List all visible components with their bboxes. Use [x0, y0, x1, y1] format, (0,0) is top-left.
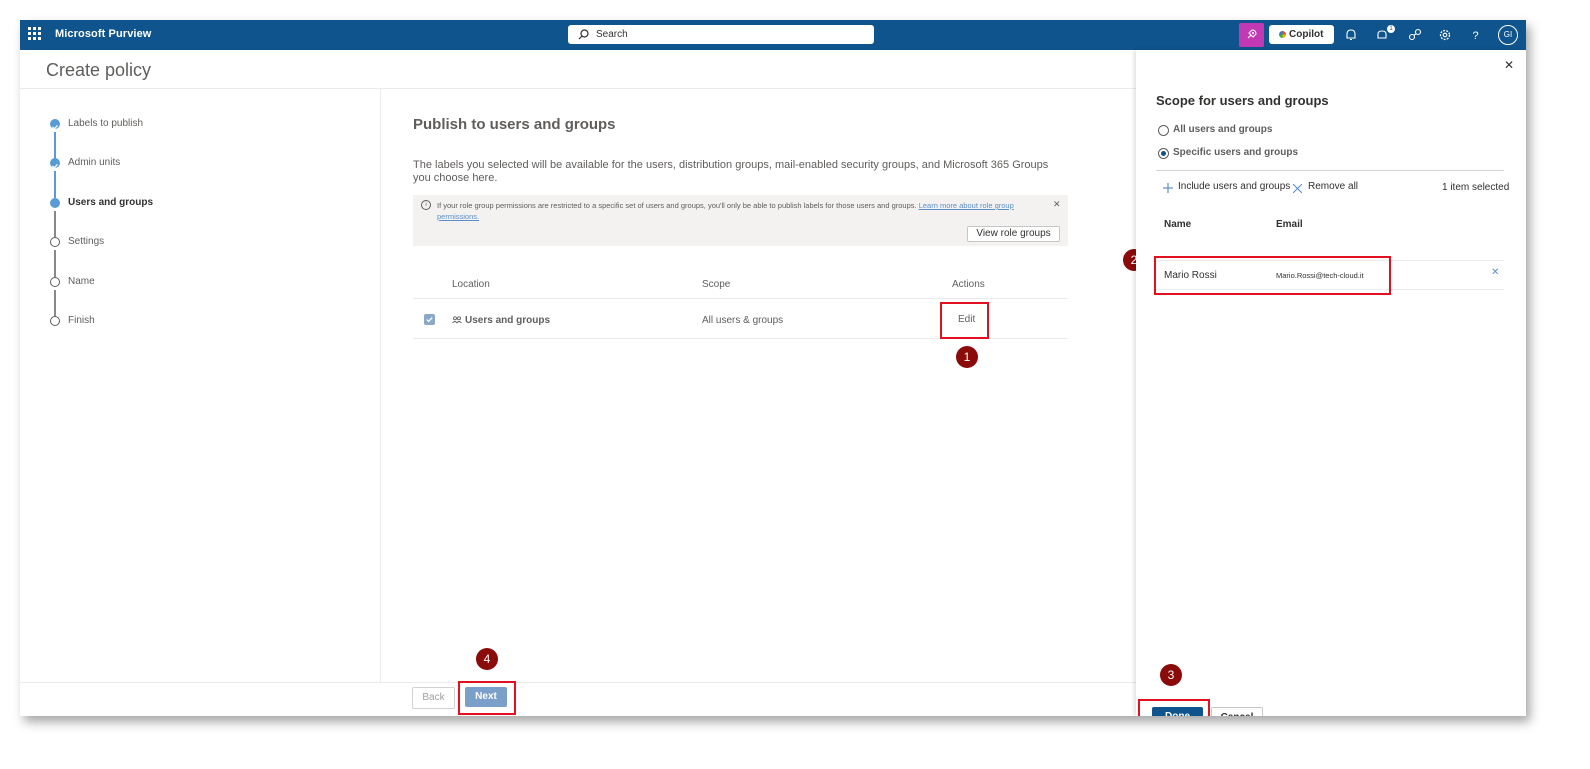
highlight-done [1138, 699, 1210, 716]
close-icon[interactable]: ✕ [1504, 58, 1514, 72]
step-connector [54, 250, 56, 277]
pending-step-icon [50, 237, 60, 247]
check-icon [426, 317, 433, 323]
app-window: Microsoft Purview Search Copilot 1 ? GI … [20, 20, 1526, 716]
svg-text:?: ? [1473, 30, 1479, 42]
row-checkbox[interactable] [424, 314, 435, 325]
column-header-location: Location [452, 279, 490, 290]
notification-badge: 1 [1387, 25, 1395, 33]
step-labels-to-publish[interactable]: Labels to publish [50, 118, 350, 134]
divider [380, 89, 381, 682]
step-label: Settings [68, 236, 105, 247]
users-icon [452, 316, 462, 324]
radio-label-specific-users[interactable]: Specific users and groups [1173, 147, 1298, 158]
current-step-icon [50, 198, 60, 208]
search-icon [578, 29, 589, 40]
app-launcher-icon[interactable] [28, 27, 42, 41]
row-location: Users and groups [465, 315, 551, 326]
copilot-icon [1279, 31, 1286, 38]
divider [20, 682, 1136, 683]
step-connector [54, 290, 56, 316]
gear-icon[interactable] [1436, 26, 1454, 44]
table-divider [413, 298, 1068, 299]
copilot-label: Copilot [1289, 29, 1324, 40]
search-input[interactable]: Search [568, 25, 874, 44]
cancel-button[interactable]: Cancel [1211, 707, 1263, 716]
rocket-icon [1247, 29, 1257, 39]
column-header-name: Name [1164, 219, 1192, 230]
view-role-groups-button[interactable]: View role groups [967, 226, 1060, 242]
bell-icon[interactable] [1342, 26, 1360, 44]
step-label: Finish [68, 315, 95, 326]
step-label: Admin units [68, 157, 121, 168]
step-users-and-groups[interactable]: Users and groups [50, 197, 350, 213]
info-text: If your role group permissions are restr… [437, 200, 1037, 222]
step-label: Labels to publish [68, 118, 144, 129]
radio-all-users[interactable] [1158, 125, 1169, 136]
include-users-button[interactable]: Include users and groups [1178, 181, 1290, 192]
page-title: Create policy [46, 60, 152, 80]
check-icon [50, 158, 60, 169]
remove-icon[interactable] [1293, 184, 1302, 193]
plus-icon[interactable] [1163, 183, 1173, 193]
close-icon[interactable]: ✕ [1053, 199, 1061, 210]
search-placeholder: Search [596, 29, 628, 40]
back-button[interactable]: Back [412, 687, 455, 709]
column-header-email: Email [1276, 219, 1303, 230]
step-connector [54, 132, 56, 159]
step-settings[interactable]: Settings [50, 236, 350, 252]
radio-label-all-users[interactable]: All users and groups [1173, 124, 1272, 135]
step-name[interactable]: Name [50, 276, 350, 292]
step-marker-3: 3 [1160, 664, 1182, 686]
info-message: If your role group permissions are restr… [437, 201, 917, 210]
highlight-edit [940, 302, 989, 339]
remove-row-icon[interactable]: ✕ [1491, 267, 1499, 278]
step-label: Users and groups [68, 197, 154, 208]
step-finish[interactable]: Finish [50, 315, 350, 331]
row-scope: All users & groups [702, 315, 784, 326]
radio-specific-users[interactable] [1158, 148, 1169, 159]
check-icon [50, 119, 60, 130]
panel-title: Scope for users and groups [1156, 93, 1329, 108]
app-name[interactable]: Microsoft Purview [55, 28, 151, 40]
link-icon[interactable] [1406, 26, 1424, 44]
step-connector [54, 211, 56, 237]
avatar[interactable]: GI [1498, 25, 1518, 45]
highlight-selected-user [1154, 256, 1391, 295]
step-marker-1: 1 [956, 346, 978, 368]
info-icon: i [421, 200, 431, 210]
copilot-agent-button[interactable] [1239, 23, 1264, 47]
pending-step-icon [50, 316, 60, 326]
pending-step-icon [50, 277, 60, 287]
section-heading: Publish to users and groups [413, 116, 616, 133]
divider [20, 88, 1136, 89]
step-admin-units[interactable]: Admin units [50, 157, 350, 173]
divider [1156, 170, 1504, 171]
step-marker-4: 4 [476, 648, 498, 670]
step-connector [54, 171, 56, 198]
top-bar: Microsoft Purview Search Copilot 1 ? GI [20, 20, 1526, 50]
scope-panel: ✕ Scope for users and groups All users a… [1136, 50, 1526, 716]
remove-all-button[interactable]: Remove all [1308, 181, 1358, 192]
selected-count: 1 item selected [1442, 182, 1510, 193]
column-header-actions: Actions [952, 279, 985, 290]
section-description: The labels you selected will be availabl… [413, 159, 1049, 184]
copilot-button[interactable]: Copilot [1269, 25, 1334, 44]
info-message-bar: i If your role group permissions are res… [413, 195, 1068, 246]
highlight-next [458, 681, 516, 715]
step-label: Name [68, 276, 95, 287]
column-header-scope: Scope [702, 279, 731, 290]
help-icon[interactable]: ? [1467, 26, 1485, 44]
